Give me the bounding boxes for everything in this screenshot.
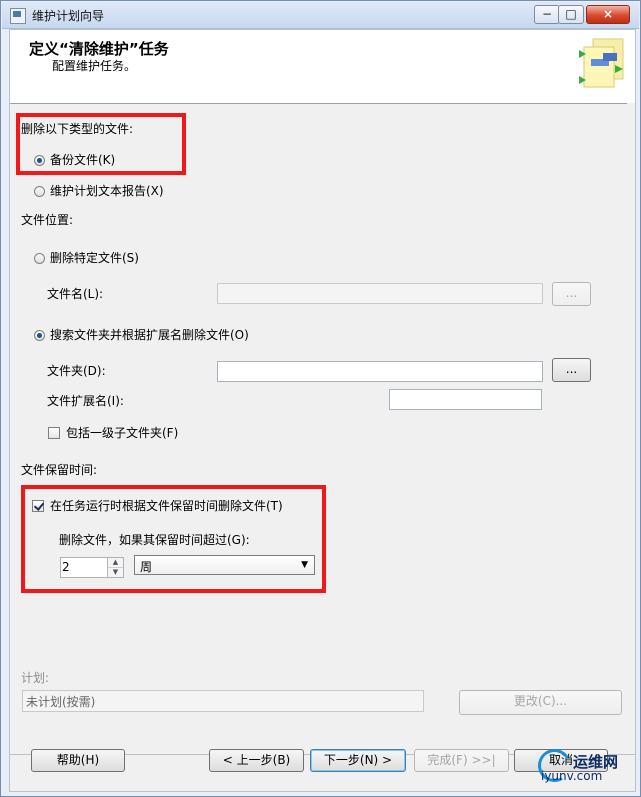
file-browse-button[interactable]: ... — [552, 282, 591, 306]
window-title: 维护计划向导 — [32, 9, 105, 23]
change-schedule-button[interactable]: 更改(C)... — [459, 690, 622, 715]
spin-buttons[interactable]: ▲ ▼ — [107, 558, 123, 577]
back-button[interactable]: < 上一步(B) — [209, 749, 304, 772]
file-retention-label: 文件保留时间: — [21, 463, 98, 477]
age-unit-dropdown[interactable]: 周 ▼ — [134, 555, 315, 575]
wizard-client-area: 定义“清除维护”任务 配置维护任务。 删除以下类型的文件: 备份文件(K) 维护… — [9, 29, 636, 792]
title-bar[interactable]: 维护计划向导 − □ × — [2, 2, 639, 29]
wizard-header: 定义“清除维护”任务 配置维护任务。 — [10, 30, 635, 104]
extension-label: 文件扩展名(I): — [47, 394, 124, 408]
backup-files-label[interactable]: 备份文件(K) — [50, 151, 115, 168]
app-icon — [10, 8, 26, 24]
watermark-url: iyunv.com — [541, 769, 603, 783]
older-than-label: 删除文件，如果其保留时间超过(G): — [59, 533, 250, 547]
extension-field[interactable] — [389, 389, 542, 410]
delete-specific-file-label[interactable]: 删除特定文件(S) — [50, 249, 139, 266]
age-value: 2 — [62, 560, 70, 574]
age-spinner[interactable]: 2 ▲ ▼ — [60, 557, 124, 578]
finish-button[interactable]: 完成(F) >>| — [414, 749, 509, 772]
chevron-down-icon: ▼ — [301, 560, 308, 570]
folder-label: 文件夹(D): — [47, 364, 106, 378]
search-folder-radio[interactable] — [34, 330, 45, 341]
close-button[interactable]: × — [586, 5, 630, 24]
maintenance-plan-wizard-window: 维护计划向导 − □ × 定义“清除维护”任务 配置维护任务。 删除以下类型的文… — [0, 0, 641, 797]
page-title: 定义“清除维护”任务 — [29, 40, 169, 58]
site-watermark: 运维网 iyunv.com — [534, 745, 634, 789]
delete-by-age-label[interactable]: 在任务运行时根据文件保留时间删除文件(T) — [50, 497, 283, 514]
next-button[interactable]: 下一步(N) > — [310, 749, 406, 772]
file-name-field[interactable] — [217, 283, 543, 304]
folder-browse-button[interactable]: ... — [552, 358, 591, 382]
backup-files-radio[interactable] — [34, 155, 45, 166]
file-name-label: 文件名(L): — [47, 287, 104, 301]
minimize-button[interactable]: − — [534, 5, 560, 24]
delete-by-age-checkbox[interactable] — [32, 500, 44, 512]
age-unit-value: 周 — [140, 560, 153, 574]
file-location-label: 文件位置: — [21, 213, 74, 227]
maintenance-report-label[interactable]: 维护计划文本报告(X) — [50, 182, 164, 199]
schedule-label: 计划: — [21, 671, 50, 685]
maintenance-report-radio[interactable] — [34, 186, 45, 197]
maximize-button[interactable]: □ — [558, 5, 584, 24]
spin-down-icon[interactable]: ▼ — [108, 567, 123, 577]
help-button[interactable]: 帮助(H) — [31, 749, 125, 772]
search-folder-label[interactable]: 搜索文件夹并根据扩展名删除文件(O) — [50, 326, 249, 343]
vertical-scrollbar[interactable] — [627, 103, 635, 693]
spin-up-icon[interactable]: ▲ — [108, 558, 123, 567]
page-subtitle: 配置维护任务。 — [52, 59, 137, 73]
folder-field[interactable] — [217, 361, 543, 382]
include-subfolders-label[interactable]: 包括一级子文件夹(F) — [66, 424, 178, 441]
wizard-icon — [579, 38, 624, 88]
delete-specific-file-radio[interactable] — [34, 253, 45, 264]
include-subfolders-checkbox[interactable] — [48, 427, 60, 439]
delete-type-label: 删除以下类型的文件: — [21, 122, 134, 136]
schedule-field: 未计划(按需) — [22, 690, 424, 712]
